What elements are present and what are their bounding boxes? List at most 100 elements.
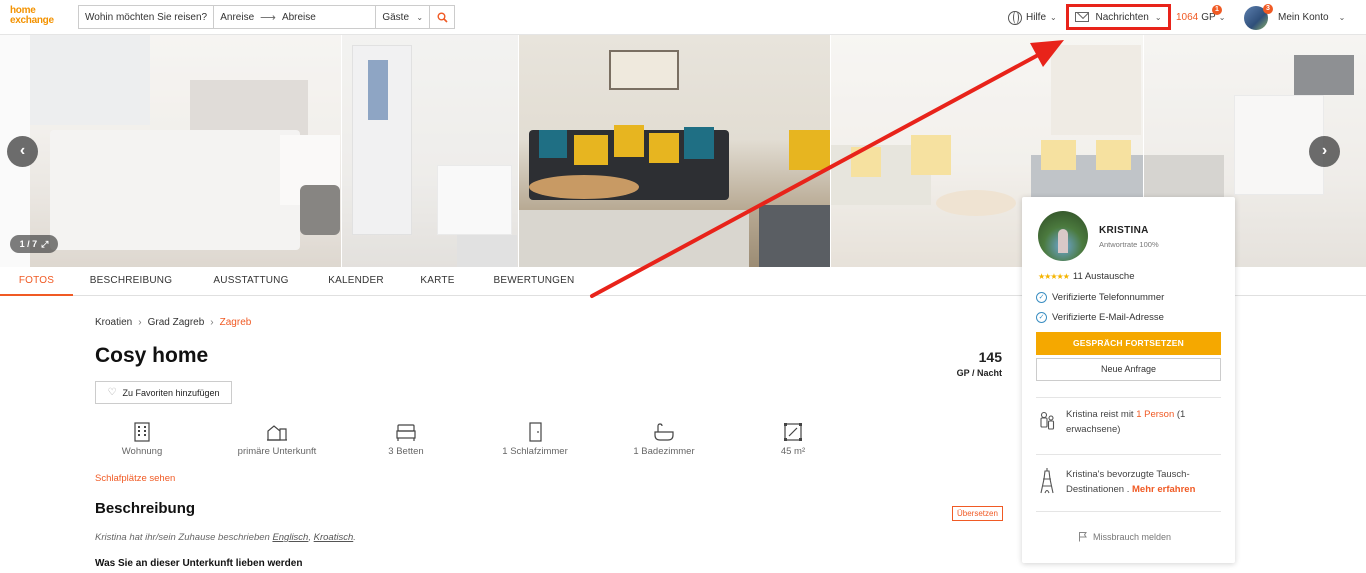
feature-bathrooms: 1 Badezimmer: [604, 422, 724, 457]
verified-email-label: Verifizierte E-Mail-Adresse: [1052, 312, 1164, 323]
photo-bedroom[interactable]: [30, 35, 341, 267]
bed-icon: [396, 424, 416, 441]
sleeping-arrangements-link[interactable]: Schlafplätze sehen: [95, 473, 175, 484]
new-request-button[interactable]: Neue Anfrage: [1036, 358, 1221, 381]
tab-amenities[interactable]: AUSSTATTUNG: [189, 267, 313, 296]
breadcrumb-region[interactable]: Grad Zagreb: [148, 317, 205, 328]
host-exchanges: ★★★★★ 11 Austausche: [1038, 271, 1134, 282]
listing-title: Cosy home: [95, 344, 209, 367]
top-navigation-bar: home exchange Wohin möchten Sie reisen? …: [0, 0, 1366, 35]
report-abuse-link[interactable]: Missbrauch melden: [1078, 531, 1171, 542]
chevron-left-icon: ‹: [19, 142, 26, 159]
envelope-icon: [1075, 12, 1090, 22]
arrival-placeholder: Anreise: [220, 11, 255, 23]
account-label: Mein Konto: [1278, 12, 1329, 23]
arrow-right-icon: ⟶: [260, 11, 276, 24]
feature-bathrooms-label: 1 Badezimmer: [633, 446, 695, 457]
photo-dim-overlay: [30, 35, 341, 267]
checkmark-circle-icon: ✓: [1036, 292, 1047, 303]
rug-shape: [519, 210, 749, 267]
breadcrumb-city[interactable]: Zagreb: [220, 317, 252, 328]
card-divider: [1036, 397, 1221, 398]
report-abuse-label: Missbrauch melden: [1093, 531, 1172, 542]
breadcrumb: Kroatien › Grad Zagreb › Zagreb: [95, 317, 251, 328]
continue-conversation-button[interactable]: GESPRÄCH FORTSETZEN: [1036, 332, 1221, 355]
guest-points-menu[interactable]: 1064 GP 1 ⌄: [1176, 0, 1225, 35]
gallery-prev-button[interactable]: ‹: [7, 136, 38, 167]
date-range-input[interactable]: Anreise ⟶ Abreise: [214, 6, 377, 28]
card-divider: [1036, 511, 1221, 512]
gallery-counter-text: 1 / 7: [19, 239, 38, 249]
feature-type-label: Wohnung: [121, 446, 163, 457]
tab-calendar[interactable]: KALENDER: [313, 267, 399, 296]
chevron-down-icon: ⌄: [1218, 13, 1226, 22]
messages-label: Nachrichten: [1095, 11, 1149, 23]
travel-companions-link[interactable]: 1 Person: [1136, 409, 1174, 420]
search-button[interactable]: [430, 6, 454, 28]
destination-placeholder: Wohin möchten Sie reisen?: [85, 11, 208, 23]
feature-beds-label: 3 Betten: [388, 446, 424, 457]
guests-select[interactable]: Gäste ⌄: [376, 6, 431, 28]
heart-icon: ♡: [107, 387, 117, 398]
destination-input[interactable]: Wohin möchten Sie reisen?: [79, 6, 215, 28]
price-value: 145: [978, 349, 1002, 365]
breadcrumb-country[interactable]: Kroatien: [95, 317, 132, 328]
learn-more-link[interactable]: Mehr erfahren: [1132, 484, 1195, 495]
expand-icon: ⤢: [41, 238, 49, 249]
travel-companions: Kristina reist mit 1 Person (1 erwachsen…: [1038, 407, 1218, 437]
tab-description[interactable]: BESCHREIBUNG: [73, 267, 189, 296]
chevron-down-icon: ⌄: [416, 12, 424, 22]
preferred-destinations-text: Kristina's bevorzugte Tausch-Destination…: [1066, 467, 1218, 497]
add-to-favorites-label: Zu Favoriten hinzufügen: [122, 387, 220, 398]
homeexchange-logo[interactable]: home exchange: [10, 6, 68, 28]
tab-photos[interactable]: FOTOS: [0, 267, 73, 296]
photo-bathroom[interactable]: [342, 35, 518, 267]
wall-frames-shape: [609, 50, 679, 90]
host-name[interactable]: KRISTINA: [1099, 225, 1149, 236]
tab-reviews[interactable]: BEWERTUNGEN: [476, 267, 592, 296]
chevron-right-icon: ›: [210, 317, 214, 328]
messages-menu[interactable]: Nachrichten ⌄: [1066, 4, 1171, 30]
rating-stars-icon: ★★★★★: [1038, 272, 1070, 281]
logo-line-2: exchange: [10, 15, 54, 26]
verified-phone: ✓ Verifizierte Telefonnummer: [1036, 292, 1164, 303]
what-you-will-love-heading: Was Sie an dieser Unterkunft lieben werd…: [95, 558, 303, 569]
verified-phone-label: Verifizierte Telefonnummer: [1052, 292, 1165, 303]
feature-area: 45 m²: [733, 422, 853, 457]
card-divider: [1036, 454, 1221, 455]
door-icon: [529, 422, 542, 442]
feature-residence-label: primäre Unterkunft: [237, 446, 317, 457]
gallery-counter[interactable]: 1 / 7 ⤢: [10, 235, 58, 253]
translate-button[interactable]: Übersetzen: [952, 506, 1003, 521]
gallery-next-button[interactable]: ›: [1309, 136, 1340, 167]
guests-label: Gäste: [382, 11, 410, 23]
travel-companions-prefix: Kristina reist mit: [1066, 409, 1134, 420]
description-languages: Kristina hat ihr/sein Zuhause beschriebe…: [95, 532, 356, 543]
host-response-rate: Antwortrate 100%: [1099, 240, 1159, 249]
search-icon: [437, 12, 448, 23]
host-avatar[interactable]: [1038, 211, 1088, 261]
flag-icon: [1079, 532, 1087, 542]
chevron-down-icon: ⌄: [1050, 13, 1057, 22]
guest-points-badge: 1: [1212, 5, 1222, 15]
listing-price: 145 GP / Nacht: [957, 349, 1002, 378]
apartment-building-icon: [134, 422, 150, 442]
account-notification-badge: 3: [1263, 4, 1273, 14]
chevron-down-icon: ⌄: [1338, 13, 1346, 22]
help-label: Hilfe: [1026, 12, 1047, 23]
help-menu[interactable]: Hilfe ⌄: [1008, 0, 1057, 35]
cushion-shape: [789, 130, 830, 170]
language-link-croatian[interactable]: Kroatisch: [314, 532, 354, 543]
account-menu[interactable]: 3 Mein Konto ⌄: [1244, 0, 1345, 35]
feature-bedrooms-label: 1 Schlafzimmer: [502, 446, 568, 457]
feature-bedrooms: 1 Schlafzimmer: [475, 422, 595, 457]
bathtub-icon: [654, 423, 674, 441]
coffee-table-shape: [529, 175, 639, 199]
language-link-english[interactable]: Englisch: [272, 532, 308, 543]
eiffel-tower-icon: [1040, 468, 1054, 494]
feature-beds: 3 Betten: [346, 422, 466, 457]
add-to-favorites-button[interactable]: ♡ Zu Favoriten hinzufügen: [95, 381, 232, 404]
cushion-shape: [614, 125, 644, 157]
tab-map[interactable]: KARTE: [399, 267, 476, 296]
photo-living-room[interactable]: [519, 35, 830, 267]
